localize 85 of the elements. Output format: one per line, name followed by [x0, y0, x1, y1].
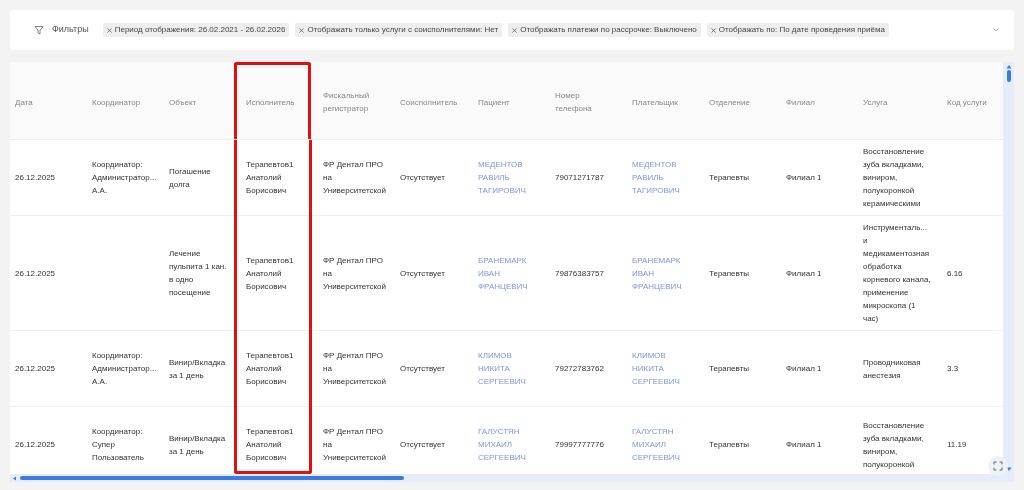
table-cell-text: Терапевтов1 Анатолий Борисович [246, 254, 295, 293]
column-header[interactable]: Услуга [851, 62, 935, 139]
close-icon[interactable] [106, 27, 112, 33]
filter-chip[interactable]: Отображать платежи по рассрочке: Выключено [508, 23, 701, 37]
table-cell-text: 79997777776 [555, 439, 604, 451]
table-cell-text: 26.12.2025 [15, 363, 56, 375]
horizontal-scrollbar[interactable] [10, 474, 1003, 482]
table-cell-text: 79272783762 [555, 363, 604, 375]
table-cell-text: Терапевты [709, 267, 750, 280]
table-cell-text: Терапевтов1 Анатолий Борисович [246, 350, 295, 388]
column-header[interactable]: Дата [10, 62, 80, 139]
expand-icon [993, 461, 1003, 471]
chip-label: Отображать по: По дате проведения приёма [718, 24, 885, 36]
table-cell-text: Терапевты [709, 172, 750, 184]
patient-link[interactable]: КЛИМОВ НИКИТА СЕРГЕЕВИЧ [632, 349, 693, 388]
filters-title: Фильтры [52, 23, 89, 37]
table-cell-text: Проводниковая анестезия [863, 356, 922, 382]
column-header[interactable]: Координатор [80, 62, 157, 139]
close-icon[interactable] [710, 27, 716, 33]
table-cell-text: Терапевты [709, 439, 750, 451]
table-cell-text: ФР Дентал ПРО на Университетской [323, 350, 386, 388]
filter-chip[interactable]: Отображать по: По дате проведения приёма [706, 23, 889, 37]
scroll-up-icon[interactable] [1005, 64, 1012, 69]
table-cell-text: Координатор: Супер Пользователь [92, 426, 145, 464]
patient-link[interactable]: БРАНЕМАРК ИВАН ФРАНЦЕВИЧ [478, 253, 539, 293]
table-cell-text: 3.3 [947, 363, 959, 375]
table-cell-text: 26.12.2025 [15, 172, 56, 184]
table-cell-text: ФР Дентал ПРО на Университетской [323, 159, 386, 197]
column-header[interactable]: Фискальный регистратор [311, 62, 388, 139]
patient-link[interactable]: МЕДЕНТОВ РАВИЛЬ ТАГИРОВИЧ [632, 158, 693, 197]
table-cell-text: 6.16 [947, 267, 963, 280]
chip-label: Период отображения: 26.02.2021 - 26.02.2026 [114, 24, 286, 36]
vertical-scrollbar[interactable] [1003, 62, 1014, 482]
table-cell-text: Отсутствует [400, 172, 445, 184]
table-cell-text: Филиал 1 [786, 439, 822, 451]
column-header[interactable]: Плательщик [620, 62, 697, 139]
column-header[interactable]: Код услуги [935, 62, 995, 139]
chip-label: Отображать только услуги с соисполнителями: Нет [307, 24, 499, 36]
table-cell-text: Отсутствует [400, 439, 445, 451]
patient-link[interactable]: БРАНЕМАРК ИВАН ФРАНЦЕВИЧ [632, 253, 693, 293]
table-cell-text: Филиал 1 [786, 363, 822, 375]
close-icon[interactable] [512, 27, 518, 33]
table-cell-text: Терапевты [709, 363, 750, 375]
chip-label: Отображать платежи по рассрочке: Выключено [520, 24, 697, 36]
table-cell-text: Погашение долга [169, 165, 212, 191]
chevron-down-icon[interactable] [992, 27, 1000, 33]
patient-link[interactable]: ГАЛУСТЯН МИХАИЛ СЕРГЕЕВИЧ [478, 425, 539, 464]
patient-link[interactable]: КЛИМОВ НИКИТА СЕРГЕЕВИЧ [478, 349, 539, 388]
close-icon[interactable] [299, 27, 305, 33]
table-cell-text: 11.19 [947, 439, 967, 451]
column-header[interactable]: Пациент [466, 62, 543, 139]
table-cell-text: Координатор: Администратор... А.А. [92, 350, 157, 388]
table-cell-text: 79876383757 [555, 267, 604, 280]
table-cell-text: Терапевтов1 Анатолий Борисович [246, 159, 295, 197]
table-cell-text: 79071271787 [555, 172, 604, 184]
column-header[interactable]: Соисполнитель [388, 62, 466, 139]
filter-chip[interactable]: Отображать только услуги с соисполнителями: Нет [295, 23, 503, 37]
table-cell-text: 26.12.2025 [15, 439, 56, 451]
table-cell-text: Восстановление зуба вкладками, виниром, полукоронкой керамическими [863, 146, 926, 210]
patient-link[interactable]: МЕДЕНТОВ РАВИЛЬ ТАГИРОВИЧ [478, 158, 539, 197]
patient-link[interactable]: ГАЛУСТЯН МИХАИЛ СЕРГЕЕВИЧ [632, 425, 693, 464]
column-header[interactable]: Отделение [697, 62, 774, 139]
column-header[interactable]: Объект [157, 62, 234, 139]
table-cell-text: Филиал 1 [786, 172, 822, 184]
column-header[interactable]: Номер телефона [543, 62, 620, 139]
column-header[interactable]: Филиал [774, 62, 851, 139]
table-cell-text: Отсутствует [400, 267, 445, 280]
column-header[interactable]: Исполнитель [234, 62, 311, 139]
table-cell-text: Восстановление зуба вкладками, виниром, полукоронкой [863, 419, 926, 471]
scroll-left-icon[interactable] [12, 475, 17, 481]
table-cell-text: Инструменталь... и медикаментозная обработка корневого канала, применение микроскопа (1 час) [863, 222, 931, 325]
scrollbar-thumb[interactable] [20, 476, 404, 480]
table-cell-text: Отсутствует [400, 363, 445, 375]
table-cell-text: Лечение пульпита 1 кан. в одно посещение [169, 248, 228, 299]
table-cell-text: Винир/Вкладка за 1 день [169, 432, 227, 458]
table-cell-text: Филиал 1 [786, 267, 822, 280]
filter-icon [34, 25, 44, 35]
table-cell-text: Координатор: Администратор... А.А. [92, 159, 157, 197]
filter-chip[interactable]: Период отображения: 26.02.2021 - 26.02.2026 [102, 23, 290, 37]
scroll-down-icon[interactable] [1005, 467, 1012, 472]
table-cell-text: ФР Дентал ПРО на Университетской [323, 254, 386, 293]
table-cell-text: ФР Дентал ПРО на Университетской [323, 426, 386, 464]
table-cell-text: Терапевтов1 Анатолий Борисович [246, 426, 295, 464]
table-cell-text: 26.12.2025 [15, 267, 56, 280]
table-cell-text: Винир/Вкладка за 1 день [169, 356, 227, 382]
